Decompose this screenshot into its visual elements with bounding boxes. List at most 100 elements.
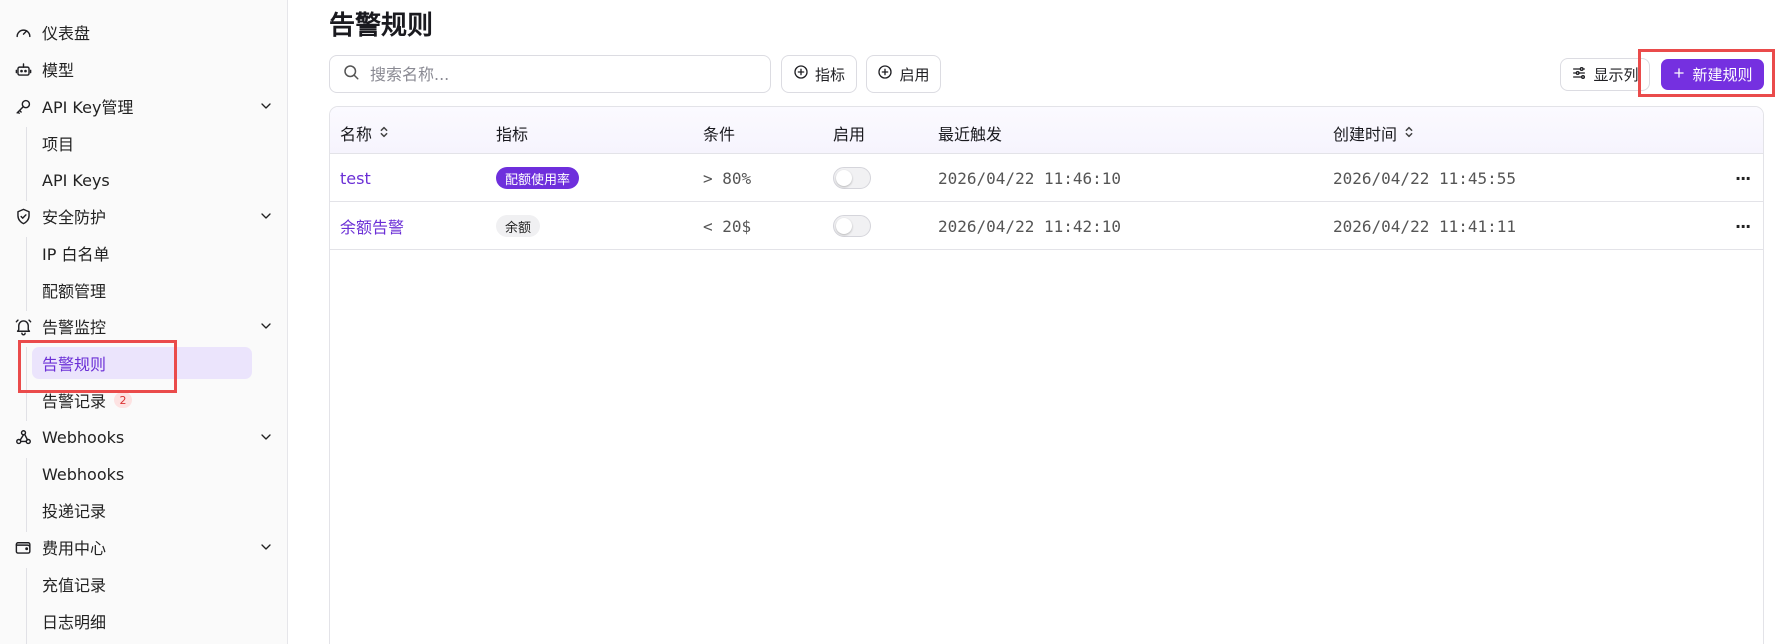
- sidebar-item-projects[interactable]: 项目: [32, 127, 252, 159]
- count-badge: 2: [114, 392, 133, 408]
- metric-cell: 配额使用率: [496, 154, 580, 202]
- sidebar-item-label: API Key管理: [42, 98, 134, 117]
- table-row[interactable]: test 配额使用率 > 80% 2026/04/22 11:46:10 202…: [330, 154, 1763, 202]
- gauge-icon: [13, 22, 33, 42]
- column-header-label: 名称: [340, 125, 373, 144]
- filter-enabled-button[interactable]: 启用: [866, 55, 941, 93]
- sub-nav-line: [26, 458, 27, 532]
- sidebar-item-dashboard[interactable]: 仪表盘: [12, 16, 274, 48]
- metric-tag: 配额使用率: [496, 167, 580, 189]
- sidebar-item-label: 费用中心: [42, 539, 107, 558]
- rule-name-link[interactable]: 余额告警: [340, 202, 404, 250]
- sidebar-item-label: API Keys: [42, 170, 110, 190]
- created-cell: 2026/04/22 11:41:11: [1333, 216, 1517, 236]
- chevron-down-icon[interactable]: [258, 429, 274, 445]
- highlight-box-new-rule: [1638, 49, 1775, 97]
- filter-metric-button[interactable]: 指标: [781, 55, 857, 93]
- sidebar-item-delivery-records[interactable]: 投递记录: [32, 494, 252, 526]
- column-header-label: 条件: [703, 125, 736, 144]
- app-root: 仪表盘 模型 API Key管理 项目 API Keys 安全防护 IP 白名单…: [0, 0, 1784, 644]
- plus-circle-icon: [877, 64, 893, 84]
- enabled-toggle[interactable]: [833, 167, 871, 189]
- sidebar-item-webhooks[interactable]: Webhooks: [32, 458, 252, 490]
- more-actions-button[interactable]: ···: [1735, 154, 1751, 202]
- robot-icon: [13, 59, 33, 79]
- sidebar-item-quota-management[interactable]: 配额管理: [32, 274, 252, 306]
- sidebar-item-log-details[interactable]: 日志明细: [32, 605, 252, 637]
- sidebar-item-models[interactable]: 模型: [12, 53, 274, 85]
- column-header-label: 指标: [496, 125, 529, 144]
- condition-cell: > 80%: [703, 168, 752, 188]
- rule-name-link[interactable]: test: [340, 154, 371, 202]
- sidebar-item-alert-monitoring[interactable]: 告警监控: [12, 310, 274, 342]
- sidebar-item-label: 安全防护: [42, 208, 107, 227]
- sidebar-item-label: 配额管理: [42, 282, 107, 301]
- search-icon: [342, 63, 360, 85]
- search-box[interactable]: [329, 55, 771, 93]
- sidebar-item-label: IP 白名单: [42, 245, 110, 264]
- highlight-box-alert-rules: [18, 340, 177, 393]
- plus-circle-icon: [793, 64, 809, 84]
- page-title: 告警规则: [329, 11, 434, 41]
- metric-cell: 余额: [496, 202, 541, 250]
- filter-enabled-label: 启用: [899, 65, 930, 84]
- bell-icon: [13, 316, 33, 336]
- sub-nav-line: [26, 127, 27, 201]
- condition-cell: < 20$: [703, 216, 752, 236]
- sidebar-item-webhooks-group[interactable]: Webhooks: [12, 421, 274, 453]
- sidebar-item-label: 模型: [42, 61, 75, 80]
- enabled-toggle[interactable]: [833, 215, 871, 237]
- column-header-label: 最近触发: [938, 125, 1003, 144]
- sliders-icon: [1571, 65, 1587, 85]
- sidebar-item-label: 项目: [42, 135, 75, 154]
- sidebar-item-label: 充值记录: [42, 576, 107, 595]
- sidebar-item-label: 告警监控: [42, 318, 107, 337]
- column-header-metric: 指标: [496, 121, 528, 145]
- column-header-enabled: 启用: [833, 121, 865, 145]
- table-row[interactable]: 余额告警 余额 < 20$ 2026/04/22 11:42:10 2026/0…: [330, 202, 1763, 250]
- last-triggered-cell: 2026/04/22 11:42:10: [938, 216, 1122, 236]
- chevron-down-icon[interactable]: [258, 208, 274, 224]
- columns-button-label: 显示列: [1593, 66, 1639, 84]
- column-header-name[interactable]: 名称: [340, 121, 390, 145]
- ellipsis-icon: ···: [1735, 168, 1751, 188]
- sidebar-item-label: 日志明细: [42, 613, 107, 632]
- last-triggered-cell: 2026/04/22 11:46:10: [938, 168, 1122, 188]
- table-header: 名称 指标 条件 启用 最近触发 创建时间: [330, 107, 1763, 154]
- sidebar-item-billing-center[interactable]: 费用中心: [12, 531, 274, 563]
- enabled-cell: [833, 154, 871, 202]
- rule-name[interactable]: test: [340, 169, 371, 188]
- chevron-down-icon[interactable]: [258, 318, 274, 334]
- sidebar-item-api-keys[interactable]: API Keys: [32, 164, 252, 196]
- sidebar-item-recharge-records[interactable]: 充值记录: [32, 568, 252, 600]
- rules-table: 名称 指标 条件 启用 最近触发 创建时间 test 配额使用率 > 80% 2…: [329, 106, 1764, 644]
- chevron-down-icon[interactable]: [258, 98, 274, 114]
- sub-nav-line: [26, 568, 27, 644]
- sidebar-item-label: Webhooks: [42, 427, 125, 447]
- sidebar-item-security[interactable]: 安全防护: [12, 200, 274, 232]
- sidebar-item-label: 投递记录: [42, 502, 107, 521]
- more-actions-button[interactable]: ···: [1735, 202, 1751, 250]
- sidebar-item-label: Webhooks: [42, 464, 125, 484]
- column-header-last-triggered: 最近触发: [938, 121, 1002, 145]
- sort-icon[interactable]: [1403, 124, 1415, 143]
- filter-metric-label: 指标: [814, 65, 845, 84]
- column-header-label: 启用: [833, 125, 866, 144]
- sub-nav-line: [26, 237, 27, 311]
- column-header-condition: 条件: [703, 121, 735, 145]
- key-icon: [13, 96, 33, 116]
- rule-name[interactable]: 余额告警: [340, 214, 404, 238]
- search-input[interactable]: [370, 64, 750, 84]
- chevron-down-icon[interactable]: [258, 539, 274, 555]
- sidebar-item-api-key-management[interactable]: API Key管理: [12, 90, 274, 122]
- metric-tag: 余额: [496, 215, 541, 237]
- created-cell: 2026/04/22 11:45:55: [1333, 168, 1517, 188]
- sidebar-item-ip-whitelist[interactable]: IP 白名单: [32, 237, 252, 269]
- column-header-created[interactable]: 创建时间: [1333, 121, 1415, 145]
- wallet-icon: [13, 537, 33, 557]
- columns-button[interactable]: 显示列: [1560, 58, 1650, 91]
- webhook-icon: [13, 427, 33, 447]
- sort-icon[interactable]: [378, 124, 390, 143]
- enabled-cell: [833, 202, 871, 250]
- ellipsis-icon: ···: [1735, 216, 1751, 236]
